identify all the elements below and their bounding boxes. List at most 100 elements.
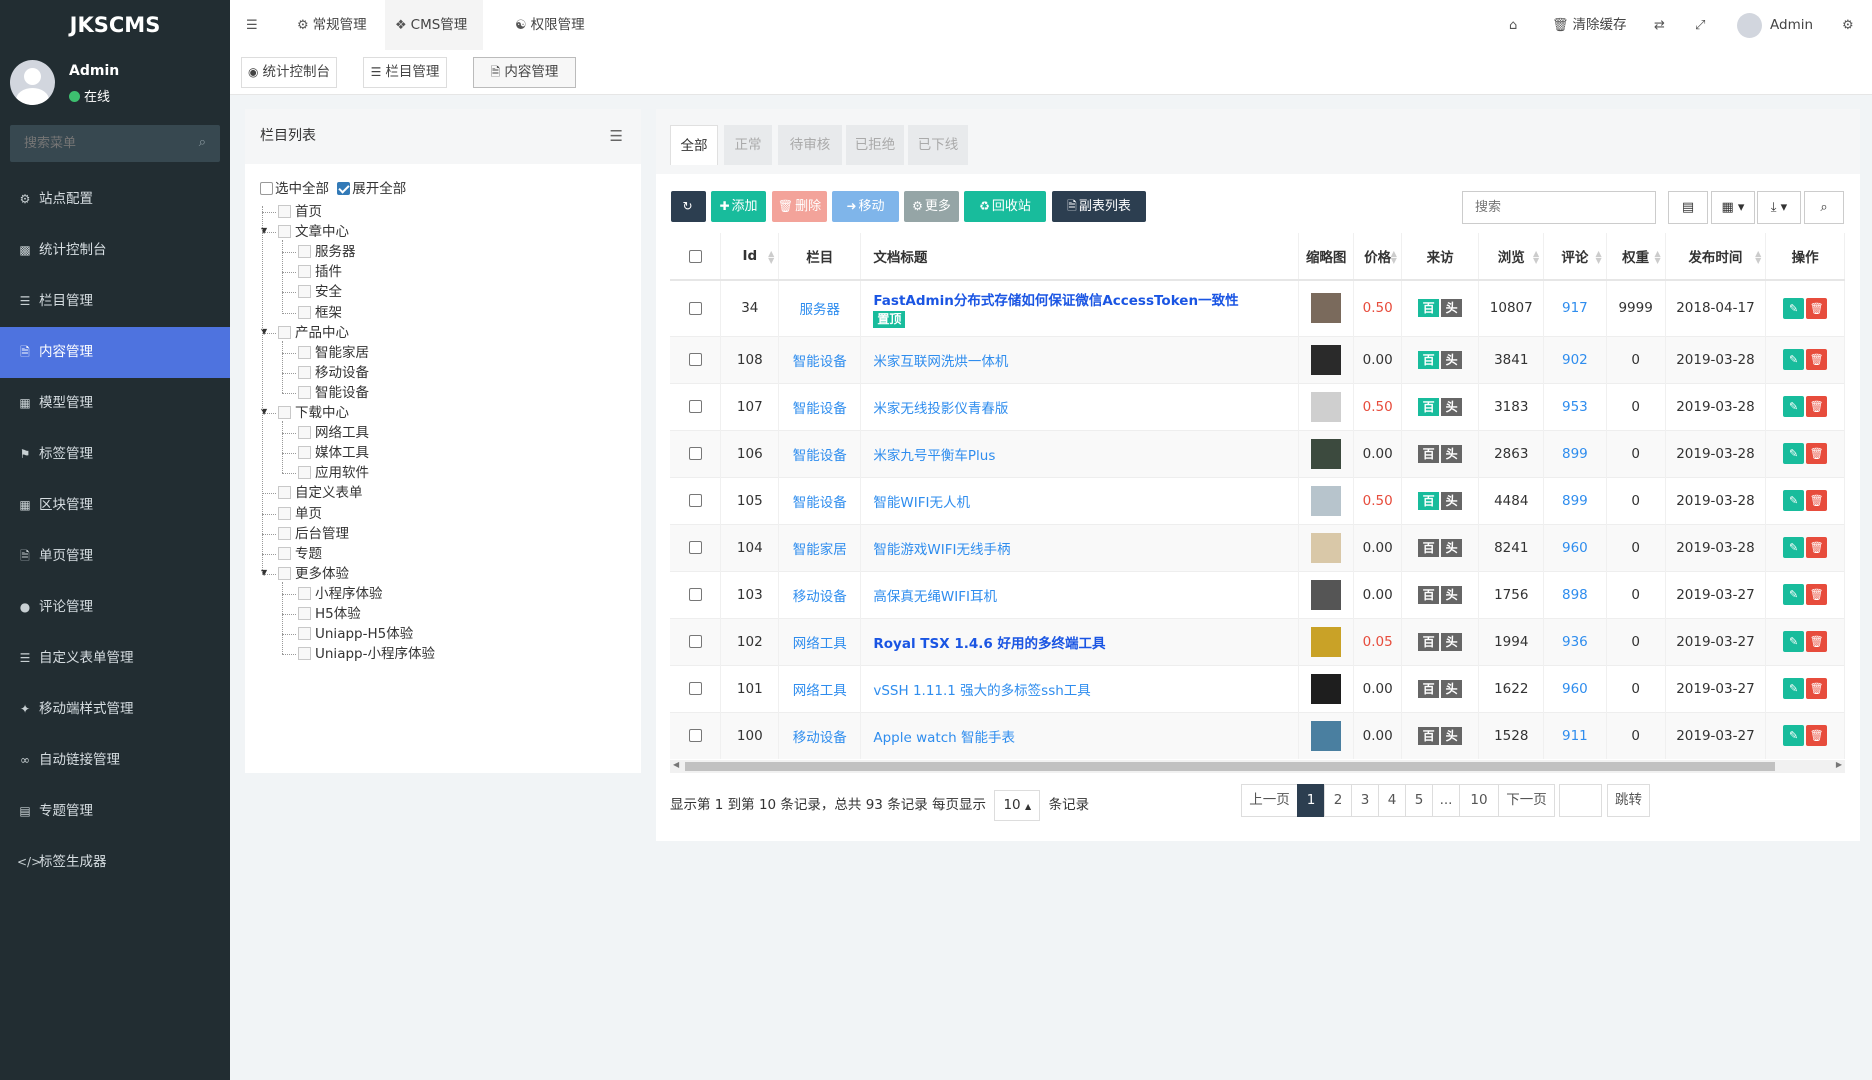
row-comments-link[interactable]: 899 (1543, 429, 1607, 477)
row-comments-link[interactable]: 960 (1543, 664, 1607, 712)
recycle-bin-button[interactable]: ♻ 回收站 (964, 191, 1046, 222)
tree-node-checkbox[interactable] (298, 446, 311, 460)
nav-general[interactable]: ⚙ 常规管理 (291, 0, 373, 50)
pagination-item[interactable]: 上一页 (1241, 784, 1298, 817)
tree-node-checkbox[interactable] (298, 466, 311, 480)
select-all-toggle[interactable]: 选中全部 展开全部 (260, 177, 406, 201)
tab-category[interactable]: ☰ 栏目管理 (363, 57, 447, 88)
column-header[interactable]: 价格 ▲ ▼ (1353, 233, 1402, 281)
bars-icon[interactable]: ☰ (610, 109, 623, 164)
pagination-item[interactable]: 下一页 (1498, 784, 1555, 817)
tab-dashboard[interactable]: ◉ 统计控制台 (241, 57, 337, 88)
jump-page-input[interactable] (1559, 784, 1602, 817)
select-all-checkbox[interactable] (260, 182, 273, 195)
sidebar-item-12[interactable]: ▤ 专题管理 (0, 786, 230, 837)
fullscreen-button[interactable]: ⤢ (1695, 0, 1709, 50)
row-thumbnail[interactable] (1311, 532, 1342, 563)
row-select[interactable] (670, 382, 722, 430)
row-title-link[interactable]: 米家无线投影仪青春版 (873, 401, 1008, 417)
row-thumbnail[interactable] (1311, 720, 1342, 751)
row-comments-link[interactable]: 960 (1543, 523, 1607, 571)
move-button[interactable]: ➜ 移动 (832, 191, 899, 222)
sidebar-item-8[interactable]: ● 评论管理 (0, 582, 230, 633)
tab-content[interactable]: 🗎 内容管理 (473, 57, 576, 88)
row-category-link[interactable]: 网络工具 (778, 617, 862, 665)
pagination-item[interactable]: 10 (1459, 784, 1499, 817)
row-category-link[interactable]: 服务器 (778, 279, 862, 336)
tree-node-checkbox[interactable] (278, 546, 291, 560)
scroll-right-arrow-icon[interactable]: ▶ (1836, 760, 1842, 769)
sidebar-toggle[interactable]: ☰ (246, 0, 262, 50)
row-select[interactable] (670, 335, 722, 383)
edit-icon[interactable]: ✎ (1783, 297, 1805, 319)
trash-icon[interactable]: 🗑 (1806, 537, 1828, 558)
column-header[interactable]: 评论 ▲ ▼ (1543, 233, 1607, 281)
pagination-item[interactable]: 5 (1405, 784, 1433, 817)
row-select[interactable] (670, 476, 722, 524)
row-title-link[interactable]: 米家互联网洗烘一体机 (873, 354, 1008, 370)
row-comments-link[interactable]: 902 (1543, 335, 1607, 383)
tree-node-checkbox[interactable] (298, 586, 311, 600)
sidebar-item-0[interactable]: ⚙ 站点配置 (0, 174, 230, 225)
pagination-item[interactable]: ... (1432, 784, 1460, 817)
status-tab[interactable]: 全部 (670, 125, 718, 165)
sidebar-item-10[interactable]: ✦ 移动端样式管理 (0, 684, 230, 735)
sort-icon[interactable]: ▲ ▼ (1755, 250, 1761, 265)
column-header[interactable]: 权重 ▲ ▼ (1606, 233, 1666, 281)
row-category-link[interactable]: 智能设备 (778, 382, 862, 430)
tree-node-checkbox[interactable] (278, 526, 291, 540)
edit-icon[interactable]: ✎ (1783, 537, 1805, 558)
tree-node-checkbox[interactable] (278, 566, 291, 580)
row-select[interactable] (670, 523, 722, 571)
status-tab[interactable]: 已下线 (908, 125, 968, 165)
row-comments-link[interactable]: 899 (1543, 476, 1607, 524)
trash-icon[interactable]: 🗑 (1806, 584, 1828, 605)
row-checkbox[interactable] (688, 729, 702, 743)
row-checkbox[interactable] (688, 494, 702, 507)
row-thumbnail[interactable] (1311, 438, 1342, 469)
tree-node-checkbox[interactable] (278, 205, 291, 218)
trash-icon[interactable]: 🗑 (1806, 678, 1828, 699)
row-select[interactable] (670, 617, 722, 665)
tree-node-checkbox[interactable] (298, 385, 311, 399)
edit-icon[interactable]: ✎ (1783, 584, 1805, 605)
row-comments-link[interactable]: 911 (1543, 711, 1607, 759)
trash-icon[interactable]: 🗑 (1806, 631, 1828, 652)
row-title-link[interactable]: FastAdmin分布式存储如何保证微信AccessToken一致性 (873, 293, 1238, 309)
row-thumbnail[interactable] (1311, 293, 1342, 324)
column-header[interactable]: Id ▲ ▼ (720, 233, 780, 281)
sort-icon[interactable]: ▲ ▼ (1391, 250, 1397, 265)
row-title-link[interactable]: 智能游戏WIFI无线手柄 (873, 542, 1010, 558)
sidebar-item-6[interactable]: ▦ 区块管理 (0, 480, 230, 531)
tree-node-checkbox[interactable] (298, 265, 311, 279)
row-category-link[interactable]: 智能设备 (778, 335, 862, 383)
sidebar-item-13[interactable]: </>标签生成器 (0, 837, 230, 888)
trash-icon[interactable]: 🗑 (1806, 396, 1828, 417)
edit-icon[interactable]: ✎ (1783, 725, 1805, 747)
row-checkbox[interactable] (688, 682, 702, 695)
table-search-input[interactable] (1462, 191, 1656, 224)
row-thumbnail[interactable] (1311, 391, 1342, 422)
tree-node-checkbox[interactable] (298, 285, 311, 299)
row-select[interactable] (670, 664, 722, 712)
row-category-link[interactable]: 移动设备 (778, 711, 862, 759)
row-thumbnail[interactable] (1311, 344, 1342, 375)
search-toggle-button[interactable]: ⌕ (1804, 191, 1844, 224)
row-checkbox[interactable] (688, 353, 702, 366)
language-button[interactable]: ⇄ (1654, 0, 1669, 50)
settings-button[interactable]: ⚙ (1842, 0, 1858, 50)
row-title-link[interactable]: Royal TSX 1.4.6 好用的多终端工具 (873, 636, 1105, 652)
row-comments-link[interactable]: 953 (1543, 382, 1607, 430)
tree-node-checkbox[interactable] (298, 607, 311, 620)
sort-icon[interactable]: ▲ ▼ (1533, 250, 1539, 265)
toggle-view-button[interactable]: ▤ (1668, 191, 1708, 224)
user-menu[interactable]: Admin (1737, 0, 1813, 50)
row-checkbox[interactable] (688, 400, 702, 413)
tree-node-checkbox[interactable] (298, 627, 311, 641)
trash-icon[interactable]: 🗑 (1806, 443, 1828, 464)
row-thumbnail[interactable] (1311, 626, 1342, 657)
menu-search-input[interactable] (10, 125, 180, 162)
tree-node-checkbox[interactable] (298, 345, 311, 359)
row-comments-link[interactable]: 936 (1543, 617, 1607, 665)
sidebar-item-11[interactable]: ∞ 自动链接管理 (0, 735, 230, 786)
